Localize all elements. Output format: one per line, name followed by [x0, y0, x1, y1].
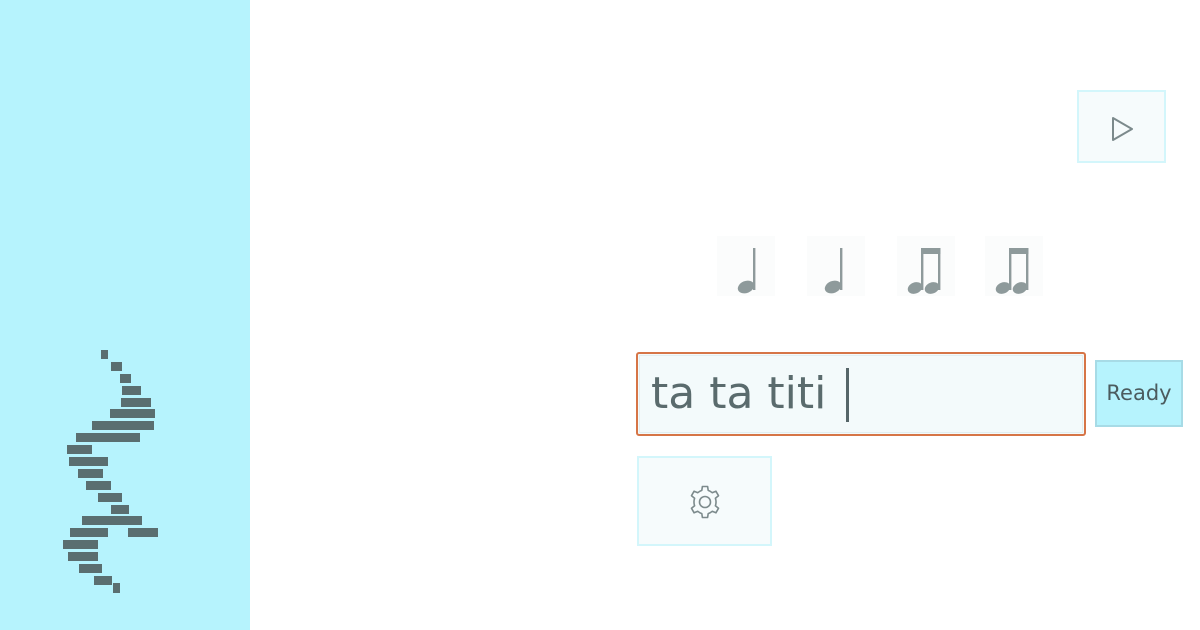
- quarter-note-icon: [737, 248, 756, 294]
- play-icon: [1112, 117, 1133, 141]
- rhythm-spiral-logo-icon: [63, 350, 158, 593]
- eighth-note-pair-icon: [907, 248, 941, 294]
- rhythm-input-value: ta ta titi: [651, 368, 841, 419]
- play-button[interactable]: [1077, 90, 1166, 163]
- note-tile-eighth-pair-1[interactable]: [897, 236, 955, 296]
- status-badge: Ready: [1095, 360, 1183, 427]
- quarter-note-icon: [824, 248, 843, 294]
- app-root: ta ta titi Ready: [0, 0, 1200, 630]
- gear-icon: [690, 485, 720, 519]
- note-tile-quarter-1[interactable]: [717, 236, 775, 296]
- note-tile-eighth-pair-2[interactable]: [985, 236, 1043, 296]
- text-caret: [846, 368, 849, 422]
- sidebar: [0, 0, 250, 630]
- eighth-note-pair-icon: [995, 248, 1029, 294]
- settings-button[interactable]: [637, 456, 772, 546]
- note-tile-quarter-2[interactable]: [807, 236, 865, 296]
- rhythm-input[interactable]: ta ta titi: [636, 352, 1086, 436]
